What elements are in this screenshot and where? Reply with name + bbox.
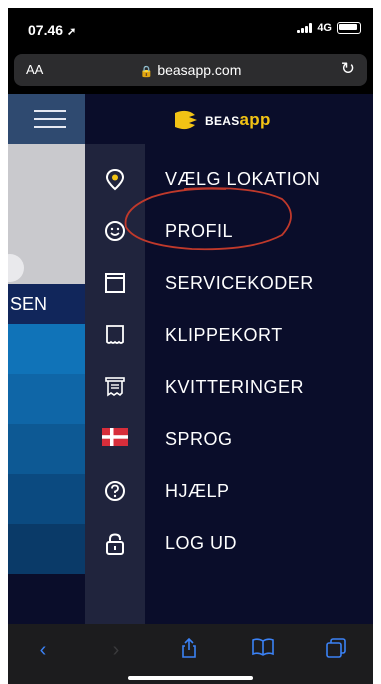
status-bar: 07.46 ➚ 4G xyxy=(8,8,373,52)
bookmarks-icon[interactable] xyxy=(248,638,278,662)
punch-card-icon xyxy=(101,324,129,348)
menu-item-label: VÆLG LOKATION xyxy=(165,169,321,189)
forward-icon[interactable]: › xyxy=(101,638,131,662)
side-menu: BEASapp VÆLG LOKATION PROFIL SERVICEKODE… xyxy=(85,94,373,624)
lock-icon: 🔒 xyxy=(139,66,154,78)
background-card xyxy=(8,144,85,284)
logo-text: BEASapp xyxy=(205,110,271,129)
help-icon xyxy=(101,480,129,504)
background-page: SEN xyxy=(8,94,85,624)
status-time: 07.46 ➚ xyxy=(28,22,77,38)
receipt-icon xyxy=(101,376,129,400)
background-row xyxy=(8,474,85,524)
signal-icon xyxy=(297,23,313,33)
browser-toolbar: ‹ › xyxy=(8,624,373,684)
menu-item-label: HJÆLP xyxy=(165,481,230,501)
app-content: SEN BEASapp VÆLG LOKATION PROFIL SERVICE… xyxy=(8,94,373,624)
menu-item-log-ud[interactable]: LOG UD xyxy=(85,518,373,570)
menu-item-sprog[interactable]: SPROG xyxy=(85,414,373,466)
background-row xyxy=(8,374,85,424)
menu-item-label: KLIPPEKORT xyxy=(165,325,283,345)
menu-item-kvitteringer[interactable]: KVITTERINGER xyxy=(85,362,373,414)
background-heading: SEN xyxy=(8,284,85,324)
unlock-icon xyxy=(101,532,129,556)
url-text: beasapp.com xyxy=(157,62,242,78)
top-bar xyxy=(8,94,85,144)
card-circle xyxy=(8,254,24,282)
menu-item-label: PROFIL xyxy=(165,221,234,241)
share-icon[interactable] xyxy=(174,637,204,662)
background-row xyxy=(8,424,85,474)
background-row xyxy=(8,524,85,574)
menu-item-servicekoder[interactable]: SERVICEKODER xyxy=(85,258,373,310)
menu-item-label: LOG UD xyxy=(165,533,238,553)
logo-mark-icon xyxy=(175,110,197,130)
menu-item-profil[interactable]: PROFIL xyxy=(85,206,373,258)
reload-icon[interactable]: ↻ xyxy=(341,59,355,79)
hamburger-menu-icon[interactable] xyxy=(34,110,66,128)
menu-item-hjaelp[interactable]: HJÆLP xyxy=(85,466,373,518)
back-icon[interactable]: ‹ xyxy=(28,638,58,662)
menu-item-klippekort[interactable]: KLIPPEKORT xyxy=(85,310,373,362)
menu-item-label: SERVICEKODER xyxy=(165,273,314,293)
menu-item-label: KVITTERINGER xyxy=(165,377,305,397)
url-display[interactable]: 🔒 beasapp.com xyxy=(14,62,367,78)
tabs-icon[interactable] xyxy=(321,638,351,662)
menu-item-vaelg-lokation[interactable]: VÆLG LOKATION xyxy=(85,154,373,206)
network-label: 4G xyxy=(317,22,332,34)
menu-item-label: SPROG xyxy=(165,429,233,449)
brand-logo: BEASapp xyxy=(173,110,271,130)
background-row xyxy=(8,324,85,374)
window-icon xyxy=(101,272,129,296)
smiley-icon xyxy=(101,220,129,244)
address-bar[interactable]: AA 🔒 beasapp.com ↻ xyxy=(14,54,367,86)
phone-screen: 07.46 ➚ 4G AA 🔒 beasapp.com ↻ SEN BEASap… xyxy=(8,8,373,684)
battery-icon xyxy=(337,22,361,34)
home-indicator xyxy=(128,676,253,680)
location-arrow-icon: ➚ xyxy=(66,26,77,38)
status-indicators: 4G xyxy=(297,22,361,34)
danish-flag-icon xyxy=(101,428,129,452)
location-pin-icon xyxy=(101,168,129,192)
